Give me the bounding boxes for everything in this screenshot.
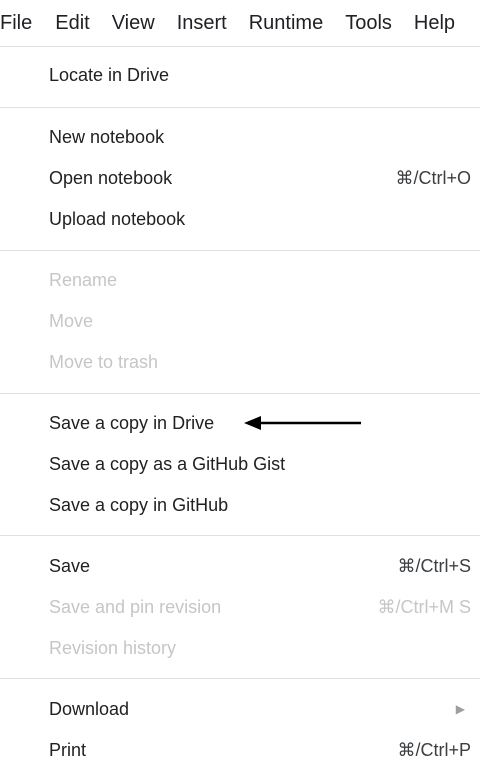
menu-item-label: Save a copy as a GitHub Gist — [49, 454, 286, 474]
menu-divider — [0, 678, 480, 679]
menu-runtime[interactable]: Runtime — [238, 0, 334, 46]
menu-item-locate-in-drive[interactable]: Locate in Drive — [49, 55, 471, 95]
menu-bar: File Edit View Insert Runtime Tools Help — [0, 0, 493, 46]
shortcut-label: ⌘/Ctrl+S — [397, 556, 471, 576]
menu-divider — [0, 250, 480, 251]
menu-item-label: Revision history — [49, 638, 177, 658]
menu-help[interactable]: Help — [403, 0, 466, 46]
menu-item-save[interactable]: Save ⌘/Ctrl+S — [49, 546, 471, 586]
menu-item-label: New notebook — [49, 127, 165, 147]
file-menu-dropdown: Locate in Drive New notebook Open notebo… — [0, 46, 480, 761]
submenu-arrow-icon: ▶ — [455, 702, 465, 716]
menu-item-save-and-pin-revision: Save and pin revision ⌘/Ctrl+M S — [49, 587, 471, 627]
menu-item-label: Open notebook — [49, 168, 173, 188]
menu-item-label: Locate in Drive — [49, 65, 170, 85]
menu-item-upload-notebook[interactable]: Upload notebook — [49, 199, 471, 239]
menu-item-label: Move — [49, 311, 94, 331]
menu-tools[interactable]: Tools — [334, 0, 403, 46]
menu-item-label: Download — [49, 699, 130, 719]
menu-divider — [0, 107, 480, 108]
menu-item-move: Move — [49, 301, 471, 341]
menu-file[interactable]: File — [0, 0, 45, 46]
menu-divider — [0, 393, 480, 394]
menu-item-download[interactable]: Download ▶ — [49, 689, 471, 729]
shortcut-label: ⌘/Ctrl+O — [395, 168, 471, 188]
shortcut-label: ⌘/Ctrl+P — [397, 740, 471, 760]
menu-view[interactable]: View — [101, 0, 166, 46]
menu-item-label: Save a copy in Drive — [49, 413, 215, 433]
menu-item-new-notebook[interactable]: New notebook — [49, 117, 471, 157]
menu-item-save-copy-github[interactable]: Save a copy in GitHub — [49, 485, 471, 525]
menu-edit[interactable]: Edit — [44, 0, 100, 46]
left-arrow-icon — [244, 416, 361, 430]
menu-item-label: Print — [49, 740, 87, 760]
menu-item-label: Rename — [49, 270, 118, 290]
menu-item-open-notebook[interactable]: Open notebook ⌘/Ctrl+O — [49, 158, 471, 198]
menu-item-move-to-trash: Move to trash — [49, 342, 471, 382]
menu-item-save-copy-gist[interactable]: Save a copy as a GitHub Gist — [49, 444, 471, 484]
menu-item-label: Move to trash — [49, 352, 159, 372]
menu-item-rename: Rename — [49, 260, 471, 300]
menu-insert[interactable]: Insert — [166, 0, 238, 46]
menu-item-revision-history: Revision history — [49, 628, 471, 668]
menu-item-print[interactable]: Print ⌘/Ctrl+P — [49, 730, 471, 770]
menu-item-label: Save a copy in GitHub — [49, 495, 229, 515]
menu-item-label: Upload notebook — [49, 209, 186, 229]
menu-item-label: Save and pin revision — [49, 597, 222, 617]
menu-item-label: Save — [49, 556, 91, 576]
menu-divider — [0, 535, 480, 536]
shortcut-label: ⌘/Ctrl+M S — [377, 597, 471, 617]
